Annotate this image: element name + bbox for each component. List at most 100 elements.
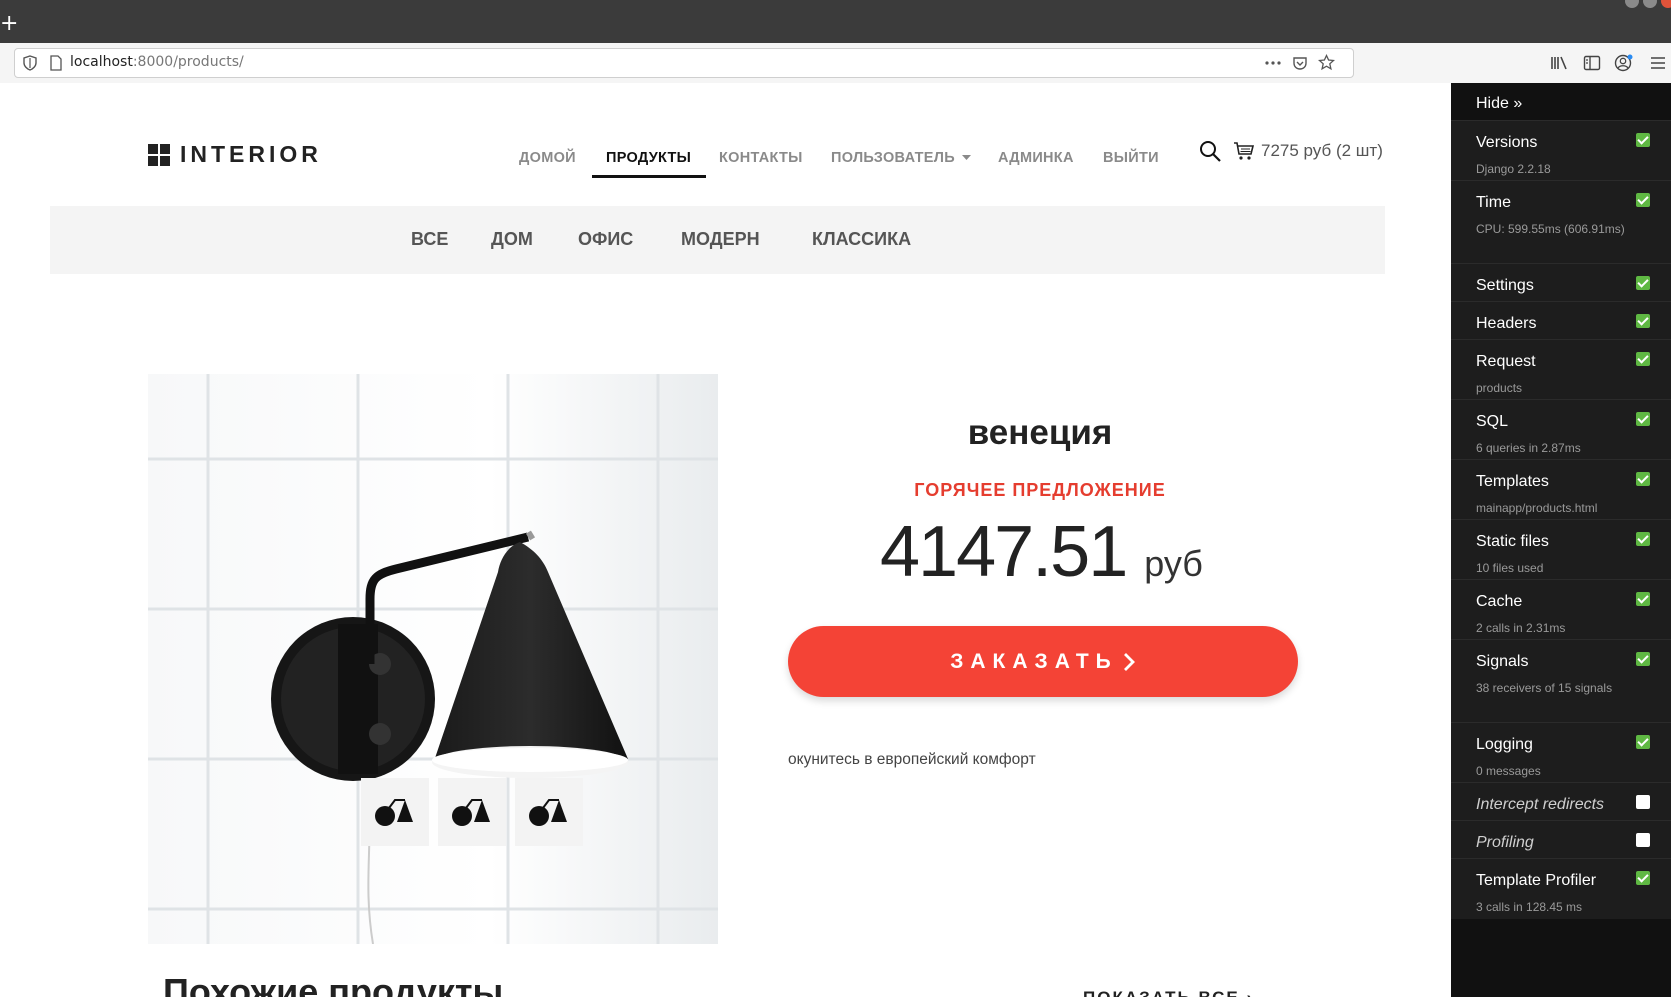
- price-currency: руб: [1144, 543, 1203, 584]
- panel-checkbox[interactable]: [1636, 592, 1650, 606]
- category-office[interactable]: ОФИС: [578, 229, 633, 250]
- search-icon[interactable]: [1199, 140, 1221, 162]
- panel-subtitle: mainapp/products.html: [1476, 501, 1598, 515]
- panel-checkbox[interactable]: [1636, 412, 1650, 426]
- panel-title: SQL: [1476, 413, 1509, 430]
- panel-intercept-redirects[interactable]: Intercept redirects: [1451, 782, 1671, 821]
- panel-logging[interactable]: Logging 0 messages: [1451, 722, 1671, 783]
- category-all[interactable]: ВСЕ: [411, 229, 448, 250]
- menu-logout[interactable]: ВЫЙТИ: [1103, 150, 1159, 166]
- price-value: 4147.51: [880, 512, 1128, 592]
- panel-checkbox[interactable]: [1636, 133, 1650, 147]
- panel-checkbox[interactable]: [1636, 652, 1650, 666]
- panel-checkbox[interactable]: [1636, 833, 1650, 847]
- thumbnail-1[interactable]: [361, 778, 429, 846]
- menu-user[interactable]: ПОЛЬЗОВАТЕЛЬ: [831, 150, 955, 166]
- account-icon[interactable]: [1614, 53, 1634, 73]
- bookmark-star-icon[interactable]: [1318, 54, 1335, 71]
- menu-contacts[interactable]: КОНТАКТЫ: [719, 150, 803, 166]
- panel-settings[interactable]: Settings: [1451, 263, 1671, 302]
- order-button[interactable]: ЗАКАЗАТЬ: [788, 626, 1298, 697]
- panel-template-profiler[interactable]: Template Profiler 3 calls in 128.45 ms: [1451, 858, 1671, 919]
- panel-subtitle: 6 queries in 2.87ms: [1476, 441, 1581, 455]
- menu-admin[interactable]: АДМИНКА: [998, 150, 1074, 166]
- panel-checkbox[interactable]: [1636, 871, 1650, 885]
- panel-sql[interactable]: SQL 6 queries in 2.87ms: [1451, 399, 1671, 460]
- panel-checkbox[interactable]: [1636, 352, 1650, 366]
- more-options-icon[interactable]: [1265, 60, 1281, 66]
- url-text[interactable]: localhost:8000/products/: [70, 54, 244, 70]
- panel-signals[interactable]: Signals 38 receivers of 15 signals: [1451, 639, 1671, 723]
- cart-icon[interactable]: [1233, 141, 1255, 161]
- show-all-label: ПОКАЗАТЬ ВСЕ: [1083, 988, 1240, 997]
- panel-subtitle: 38 receivers of 15 signals: [1476, 681, 1613, 695]
- panel-subtitle: 3 calls in 128.45 ms: [1476, 900, 1583, 914]
- product-title: венеция: [967, 413, 1113, 452]
- shield-icon[interactable]: [23, 55, 37, 71]
- panel-subtitle: CPU: 599.55ms (606.91ms): [1476, 222, 1625, 236]
- debug-toolbar: Hide » Versions Django 2.2.18 Time CPU: …: [1451, 83, 1671, 997]
- panel-checkbox[interactable]: [1636, 795, 1650, 809]
- panel-checkbox[interactable]: [1636, 735, 1650, 749]
- panel-title: Templates: [1476, 473, 1549, 490]
- panel-profiling[interactable]: Profiling: [1451, 820, 1671, 859]
- product-price: 4147.51 руб: [880, 511, 1203, 593]
- thumbnail-image: [361, 778, 429, 846]
- panel-checkbox[interactable]: [1636, 532, 1650, 546]
- panel-subtitle: products: [1476, 381, 1523, 395]
- chevron-right-icon: ›: [1246, 988, 1254, 997]
- panel-versions[interactable]: Versions Django 2.2.18: [1451, 120, 1671, 181]
- hide-toolbar-button[interactable]: Hide »: [1476, 95, 1522, 113]
- product-image: [148, 374, 718, 944]
- panel-subtitle: Django 2.2.18: [1476, 162, 1551, 176]
- thumbnail-3[interactable]: [515, 778, 583, 846]
- panel-subtitle: 2 calls in 2.31ms: [1476, 621, 1566, 635]
- panel-title: Request: [1476, 353, 1536, 370]
- similar-products-heading: Похожие продукты: [163, 971, 504, 997]
- logo-icon: [148, 143, 170, 166]
- panel-checkbox[interactable]: [1636, 314, 1650, 328]
- page-icon: [50, 55, 62, 71]
- minimize-button[interactable]: [1625, 0, 1639, 8]
- panel-subtitle: 10 files used: [1476, 561, 1544, 575]
- logo-text: INTERIOR: [180, 141, 322, 167]
- thumbnail-image: [515, 778, 583, 846]
- close-window-button[interactable]: [1661, 0, 1671, 8]
- browser-navbar: localhost:8000/products/: [0, 43, 1671, 84]
- order-label: ЗАКАЗАТЬ: [950, 649, 1118, 673]
- hamburger-menu-icon[interactable]: [1650, 55, 1666, 71]
- panel-headers[interactable]: Headers: [1451, 301, 1671, 340]
- thumbnail-2[interactable]: [438, 778, 506, 846]
- panel-time[interactable]: Time CPU: 599.55ms (606.91ms): [1451, 180, 1671, 264]
- maximize-button[interactable]: [1643, 0, 1657, 8]
- thumbnail-image: [438, 778, 506, 846]
- site-logo[interactable]: INTERIOR: [148, 141, 322, 168]
- panel-title: Settings: [1476, 277, 1534, 294]
- category-bar: ВСЕ ДОМ ОФИС МОДЕРН КЛАССИКА: [50, 206, 1385, 274]
- category-modern[interactable]: МОДЕРН: [681, 229, 760, 250]
- menu-home[interactable]: ДОМОЙ: [519, 150, 576, 166]
- address-bar[interactable]: localhost:8000/products/: [14, 48, 1354, 78]
- new-tab-button[interactable]: +: [0, 13, 18, 35]
- panel-templates[interactable]: Templates mainapp/products.html: [1451, 459, 1671, 520]
- panel-checkbox[interactable]: [1636, 276, 1650, 290]
- panel-cache[interactable]: Cache 2 calls in 2.31ms: [1451, 579, 1671, 640]
- page-content: INTERIOR ДОМОЙ ПРОДУКТЫ КОНТАКТЫ ПОЛЬЗОВ…: [0, 83, 1451, 997]
- panel-checkbox[interactable]: [1636, 472, 1650, 486]
- show-all-link[interactable]: ПОКАЗАТЬ ВСЕ ›: [1083, 988, 1254, 997]
- panel-title: Logging: [1476, 736, 1533, 753]
- hot-offer-label: ГОРЯЧЕЕ ПРЕДЛОЖЕНИЕ: [914, 480, 1166, 500]
- panel-static-files[interactable]: Static files 10 files used: [1451, 519, 1671, 580]
- pocket-icon[interactable]: [1292, 55, 1308, 71]
- library-icon[interactable]: [1550, 55, 1568, 71]
- sidebar-icon[interactable]: [1583, 55, 1601, 71]
- panel-request[interactable]: Request products: [1451, 339, 1671, 400]
- caret-down-icon[interactable]: [962, 155, 971, 161]
- cart-widget[interactable]: 7275 руб (2 шт): [1199, 140, 1383, 162]
- category-home[interactable]: ДОМ: [491, 229, 533, 250]
- menu-products[interactable]: ПРОДУКТЫ: [606, 150, 691, 166]
- category-classic[interactable]: КЛАССИКА: [812, 229, 911, 250]
- cart-summary: 7275 руб (2 шт): [1261, 141, 1383, 160]
- panel-checkbox[interactable]: [1636, 193, 1650, 207]
- panel-title: Time: [1476, 194, 1511, 211]
